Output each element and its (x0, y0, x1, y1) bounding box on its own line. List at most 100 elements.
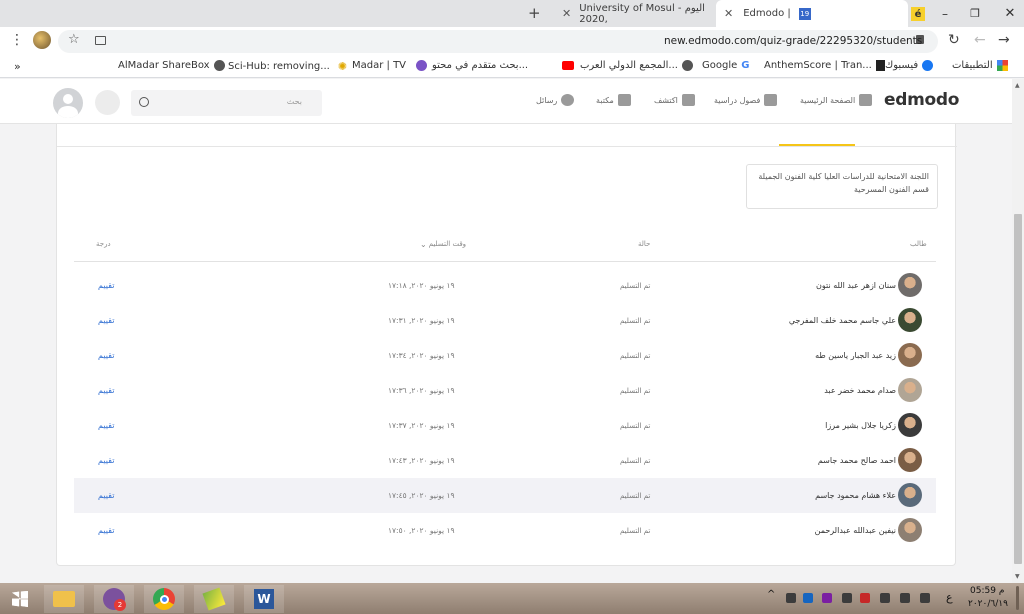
table-row[interactable]: زكريا جلال بشير مرزا تم التسليم ١٩ يونيو ٢… (74, 408, 936, 443)
edmodo-extension-icon[interactable]: é (911, 7, 925, 21)
table-row[interactable]: صدام محمد خضر عبد تم التسليم ١٩ يونيو ٢٠٢٠… (74, 373, 936, 408)
student-name[interactable]: زكريا جلال بشير مرزا (825, 408, 896, 443)
bookmark-apps[interactable]: التطبيقات (952, 60, 1008, 71)
notifications-icon[interactable] (95, 90, 120, 115)
edmodo-logo[interactable]: edmodo (884, 90, 959, 110)
input-language[interactable]: ع (946, 591, 953, 604)
tab-university[interactable]: ✕ University of Mosul - اليوم ,2020 (556, 0, 716, 27)
student-name[interactable]: علاء هشام محمود جاسم (815, 478, 896, 513)
student-avatar[interactable] (898, 413, 922, 437)
student-avatar[interactable] (898, 308, 922, 332)
grade-link[interactable]: تقييم (98, 268, 114, 303)
student-avatar[interactable] (898, 343, 922, 367)
address-bar[interactable]: new.edmodo.com/quiz-grade/22295320/stude… (58, 30, 938, 53)
file-explorer-icon[interactable] (44, 585, 84, 613)
nav-library[interactable]: مكتبة (596, 94, 631, 106)
restore-window-icon[interactable]: ❐ (962, 0, 988, 27)
viber-icon[interactable]: 2 (94, 585, 134, 613)
grade-link[interactable]: تقييم (98, 513, 114, 548)
bookmark-arab-academy[interactable]: المجمع الدولي العرب... (580, 60, 693, 71)
grade-link[interactable]: تقييم (98, 408, 114, 443)
show-hidden-icons-icon[interactable]: ^ (767, 589, 775, 600)
close-window-icon[interactable]: ✕ (996, 0, 1024, 27)
more-bookmarks-icon[interactable]: » (14, 60, 21, 73)
close-tab-icon[interactable]: ✕ (724, 7, 733, 20)
menu-kebab-icon[interactable]: ⋮ (10, 32, 24, 48)
page-scrollbar[interactable]: ▲ ▼ (1012, 79, 1024, 583)
bookmark-madar-tv[interactable]: Madar | TV (352, 60, 428, 71)
grade-link[interactable]: تقييم (98, 478, 114, 513)
bookmark-almadar-sharebox[interactable]: AlMadar ShareBox (118, 60, 225, 71)
show-desktop-icon[interactable] (1016, 586, 1019, 610)
drawing-app-icon[interactable] (194, 585, 234, 613)
battery-icon[interactable] (880, 593, 890, 603)
bookmark-facebook[interactable]: فيسبوك (885, 60, 934, 71)
student-avatar[interactable] (898, 483, 922, 507)
student-name[interactable]: سنان ازهر عبد الله نتون (816, 268, 896, 303)
student-avatar[interactable] (898, 518, 922, 542)
col-student[interactable]: طالب (910, 240, 927, 248)
clock-time[interactable]: 05:59 م (970, 586, 1004, 596)
user-silhouette-body (58, 106, 78, 118)
grade-link[interactable]: تقييم (98, 373, 114, 408)
nav-home[interactable]: الصفحة الرئيسية (800, 94, 873, 106)
bookmark-scihub[interactable]: Sci-Hub: removing... ✺ (228, 60, 347, 73)
nav-discover[interactable]: اكتشف (654, 94, 695, 106)
word-icon[interactable]: W (244, 585, 284, 613)
table-row[interactable]: علاء هشام محمود جاسم تم التسليم ١٩ يونيو ٢… (74, 478, 936, 513)
volume-icon[interactable] (920, 593, 930, 603)
forward-icon[interactable]: → (998, 32, 1010, 48)
tray-app-icon[interactable] (786, 593, 796, 603)
table-row[interactable]: نيفين عبدالله عبدالرحمن تم التسليم ١٩ يوني… (74, 513, 936, 548)
scroll-up-arrow-icon[interactable]: ▲ (1015, 82, 1020, 89)
tray-app-icon[interactable] (842, 593, 852, 603)
col-grade[interactable]: درجة (96, 240, 111, 248)
student-avatar[interactable] (898, 378, 922, 402)
table-row[interactable]: علي جاسم محمد خلف المفرجي تم التسليم ١٩ يو… (74, 303, 936, 338)
cast-icon[interactable] (95, 36, 106, 45)
profile-avatar-icon[interactable] (33, 31, 51, 49)
back-icon[interactable]: ← (974, 32, 986, 48)
star-bookmark-icon[interactable]: ☆ (68, 32, 80, 47)
col-status[interactable]: حالة (638, 240, 650, 248)
minimize-window-icon[interactable]: – (932, 0, 958, 27)
student-name[interactable]: علي جاسم محمد خلف المفرجي (789, 303, 896, 338)
col-time[interactable]: ⌄ وقت التسليم (420, 240, 466, 249)
student-avatar[interactable] (898, 273, 922, 297)
bookmark-anthemscore[interactable]: AnthemScore | Tran... (764, 60, 885, 71)
student-name[interactable]: احمد صالح محمد جاسم (818, 443, 896, 478)
start-windows-icon[interactable] (0, 585, 40, 613)
table-row[interactable]: سنان ازهر عبد الله نتون تم التسليم ١٩ يوني… (74, 268, 936, 303)
submission-time: ١٩ يونيو ٢٠٢٠, ١٧:٣١ (388, 316, 455, 325)
search-box[interactable]: بحث (131, 90, 322, 116)
table-row[interactable]: زيد عبد الجبار ياسين طه تم التسليم ١٩ يوني… (74, 338, 936, 373)
wifi-icon[interactable] (900, 593, 910, 603)
submission-time: ١٩ يونيو ٢٠٢٠, ١٧:٤٥ (388, 491, 455, 500)
clock-date[interactable]: ٢٠٢٠/٦/١٩ (968, 599, 1008, 609)
user-avatar[interactable] (53, 88, 83, 118)
grade-link[interactable]: تقييم (98, 443, 114, 478)
grade-link[interactable]: تقييم (98, 303, 114, 338)
scrollbar-thumb[interactable] (1014, 214, 1022, 564)
nav-messages[interactable]: رسائل (536, 94, 575, 106)
student-name[interactable]: صدام محمد خضر عبد (824, 373, 896, 408)
student-name[interactable]: نيفين عبدالله عبدالرحمن (815, 513, 896, 548)
tray-app-icon[interactable] (822, 593, 832, 603)
tray-app-icon[interactable] (803, 593, 813, 603)
nav-classes[interactable]: فصول دراسية (714, 94, 778, 106)
reload-icon[interactable]: ↻ (948, 32, 960, 48)
bookmark-advanced-search[interactable]: بحث متقدم في محتو... (432, 60, 575, 71)
close-tab-icon[interactable]: ✕ (562, 7, 571, 20)
grade-link[interactable]: تقييم (98, 338, 114, 373)
submission-time: ١٩ يونيو ٢٠٢٠, ١٧:١٨ (388, 281, 455, 290)
new-tab-icon[interactable]: + (528, 4, 541, 22)
student-avatar[interactable] (898, 448, 922, 472)
quiz-description: اللجنة الامتحانية للدراسات العليا كلية ا… (758, 172, 929, 194)
chrome-icon[interactable] (144, 585, 184, 613)
scroll-down-arrow-icon[interactable]: ▼ (1015, 573, 1020, 580)
table-row[interactable]: احمد صالح محمد جاسم تم التسليم ١٩ يونيو ٢٠… (74, 443, 936, 478)
student-name[interactable]: زيد عبد الجبار ياسين طه (815, 338, 896, 373)
tab-edmodo[interactable]: ✕ Edmodo | 19 (716, 0, 908, 27)
tray-app-icon[interactable] (860, 593, 870, 603)
bookmark-google[interactable]: Google G (702, 60, 749, 71)
